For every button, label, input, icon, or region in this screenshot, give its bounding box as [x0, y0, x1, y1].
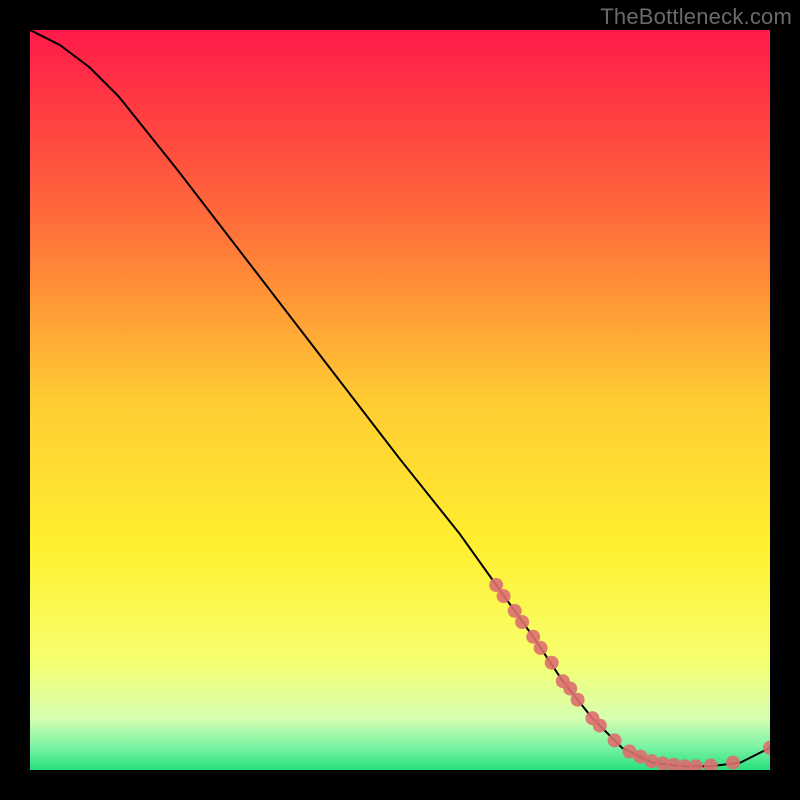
marker-dot: [534, 641, 548, 655]
watermark-text: TheBottleneck.com: [600, 4, 792, 30]
markers-layer: [30, 30, 770, 770]
marker-dot: [571, 693, 585, 707]
marker-dot: [608, 733, 622, 747]
marker-dot: [726, 756, 740, 770]
highlight-dots: [489, 578, 770, 770]
marker-dot: [763, 741, 770, 755]
plot-area: [30, 30, 770, 770]
marker-dot: [515, 615, 529, 629]
chart-stage: TheBottleneck.com: [0, 0, 800, 800]
marker-dot: [497, 589, 511, 603]
marker-dot: [704, 759, 718, 770]
marker-dot: [689, 759, 703, 770]
marker-dot: [545, 656, 559, 670]
marker-dot: [593, 719, 607, 733]
